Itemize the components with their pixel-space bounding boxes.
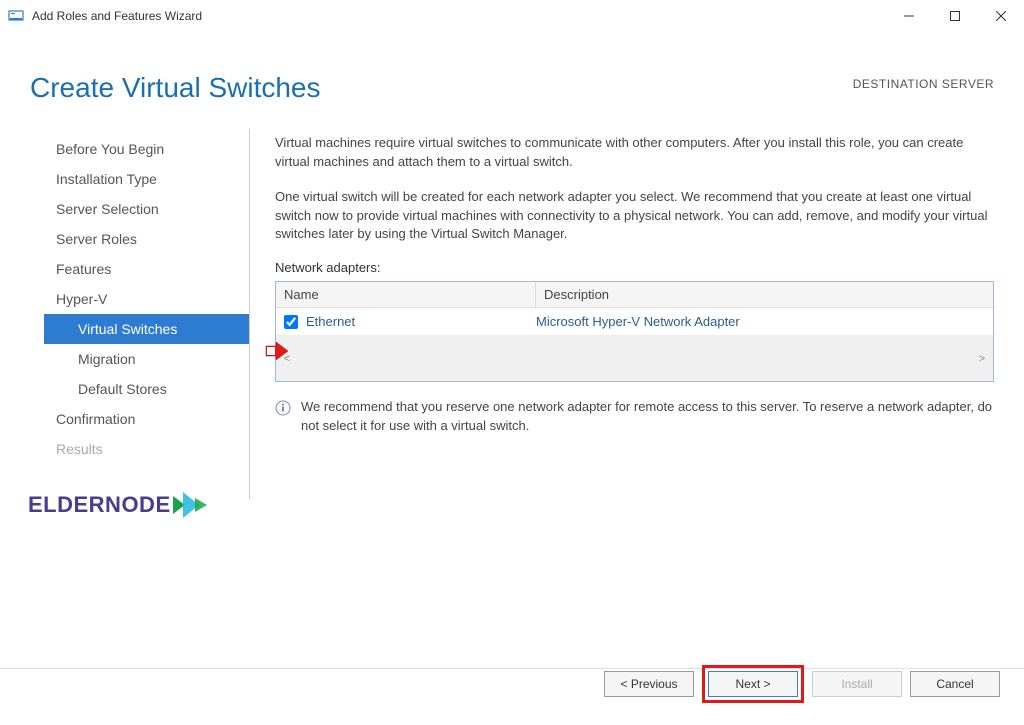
scroll-right-icon[interactable]: > [974, 351, 990, 367]
sidebar-migration[interactable]: Migration [48, 344, 249, 374]
sidebar-server-roles[interactable]: Server Roles [48, 224, 249, 254]
info-text: We recommend that you reserve one networ… [301, 398, 994, 436]
minimize-button[interactable] [886, 0, 932, 32]
cancel-button[interactable]: Cancel [910, 671, 1000, 697]
sidebar-virtual-switches[interactable]: Virtual Switches [44, 314, 249, 344]
wizard-button-bar: < Previous Next > Install Cancel [604, 665, 1000, 703]
install-button: Install [812, 671, 902, 697]
next-button[interactable]: Next > [708, 671, 798, 697]
destination-server-label: DESTINATION SERVER [853, 77, 994, 91]
info-icon [275, 400, 291, 416]
sidebar-server-selection[interactable]: Server Selection [48, 194, 249, 224]
sidebar-features[interactable]: Features [48, 254, 249, 284]
sidebar-installation-type[interactable]: Installation Type [48, 164, 249, 194]
network-adapters-grid: Name Description Ethernet Microsoft Hype… [275, 281, 994, 382]
adapter-checkbox-cell [276, 315, 306, 329]
sidebar-before-you-begin[interactable]: Before You Begin [48, 134, 249, 164]
intro-paragraph-2: One virtual switch will be created for e… [275, 188, 994, 245]
page-title: Create Virtual Switches [30, 72, 321, 104]
watermark-logo: ELDERNODE [28, 492, 211, 518]
previous-button[interactable]: < Previous [604, 671, 694, 697]
sidebar-results: Results [48, 434, 249, 464]
adapter-checkbox-ethernet[interactable] [284, 315, 298, 329]
server-manager-icon [8, 8, 24, 24]
sidebar-hyper-v[interactable]: Hyper-V [48, 284, 249, 314]
logo-text: ELDERNODE [28, 492, 211, 518]
content-main: Virtual machines require virtual switche… [250, 129, 1024, 499]
close-button[interactable] [978, 0, 1024, 32]
adapter-description: Microsoft Hyper-V Network Adapter [536, 312, 993, 331]
grid-header: Name Description [276, 282, 993, 308]
adapter-row[interactable]: Ethernet Microsoft Hyper-V Network Adapt… [276, 308, 993, 335]
sidebar-confirmation[interactable]: Confirmation [48, 404, 249, 434]
network-adapters-label: Network adapters: [275, 260, 994, 275]
info-note: We recommend that you reserve one networ… [275, 398, 994, 436]
annotation-arrow-icon [264, 342, 290, 363]
next-button-highlight: Next > [702, 665, 804, 703]
window-title: Add Roles and Features Wizard [32, 9, 886, 23]
sidebar-default-stores[interactable]: Default Stores [48, 374, 249, 404]
adapter-name: Ethernet [306, 312, 536, 331]
header-row: Create Virtual Switches DESTINATION SERV… [0, 32, 1024, 129]
horizontal-scrollbar[interactable]: < > [276, 335, 993, 381]
column-header-name[interactable]: Name [276, 282, 536, 307]
maximize-button[interactable] [932, 0, 978, 32]
logo-triangles-icon [173, 492, 211, 518]
window-controls [886, 0, 1024, 32]
titlebar: Add Roles and Features Wizard [0, 0, 1024, 32]
wizard-sidebar: Before You Begin Installation Type Serve… [0, 129, 250, 499]
column-header-description[interactable]: Description [536, 282, 993, 307]
intro-paragraph-1: Virtual machines require virtual switche… [275, 134, 994, 172]
